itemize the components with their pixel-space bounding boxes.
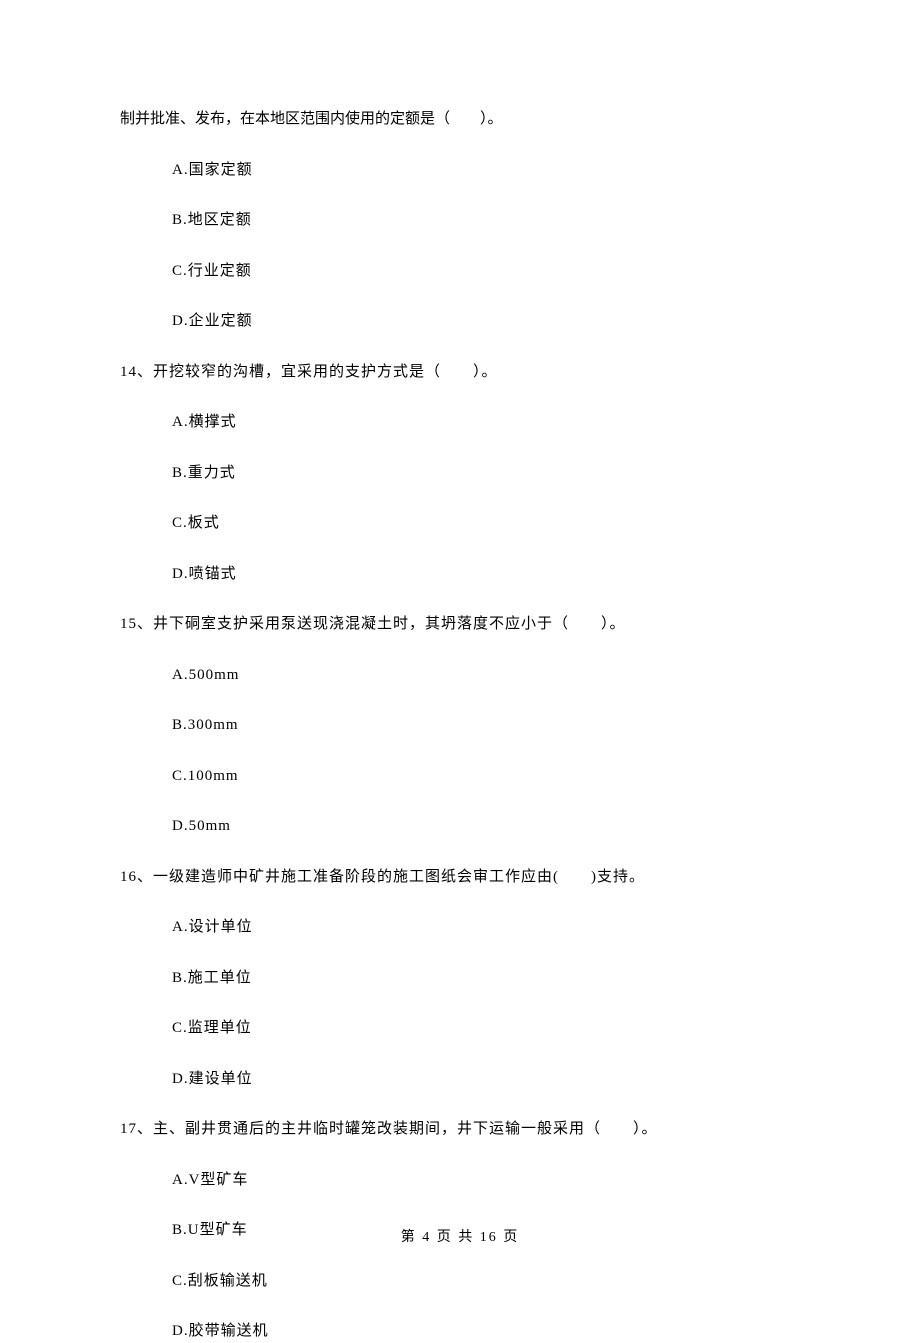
q13-option-c: C.行业定额 [120, 260, 800, 283]
q15-option-a: A.500mm [120, 664, 800, 687]
q16-option-a: A.设计单位 [120, 916, 800, 939]
q14-option-b: B.重力式 [120, 462, 800, 485]
q17-option-c: C.刮板输送机 [120, 1270, 800, 1293]
q14-option-c: C.板式 [120, 512, 800, 535]
question-17: 17、主、副井贯通后的主井临时罐笼改装期间，井下运输一般采用（ ）。 [120, 1118, 800, 1141]
question-16: 16、一级建造师中矿井施工准备阶段的施工图纸会审工作应由( )支持。 [120, 866, 800, 889]
q14-option-d: D.喷锚式 [120, 563, 800, 586]
q16-option-d: D.建设单位 [120, 1068, 800, 1091]
q15-option-d: D.50mm [120, 815, 800, 838]
q16-option-b: B.施工单位 [120, 967, 800, 990]
q13-option-b: B.地区定额 [120, 209, 800, 232]
q15-option-c: C.100mm [120, 765, 800, 788]
q14-option-a: A.横撑式 [120, 411, 800, 434]
q13-option-a: A.国家定额 [120, 159, 800, 182]
question-14: 14、开挖较窄的沟槽，宜采用的支护方式是（ ）。 [120, 361, 800, 384]
q13-option-d: D.企业定额 [120, 310, 800, 333]
question-15: 15、井下硐室支护采用泵送现浇混凝土时，其坍落度不应小于（ ）。 [120, 613, 800, 636]
q15-option-b: B.300mm [120, 714, 800, 737]
question-13-continuation: 制并批准、发布，在本地区范围内使用的定额是（ ）。 [120, 108, 800, 131]
q17-option-d: D.胶带输送机 [120, 1320, 800, 1343]
q16-option-c: C.监理单位 [120, 1017, 800, 1040]
q17-option-a: A.V型矿车 [120, 1169, 800, 1192]
page-footer: 第 4 页 共 16 页 [0, 1226, 920, 1246]
